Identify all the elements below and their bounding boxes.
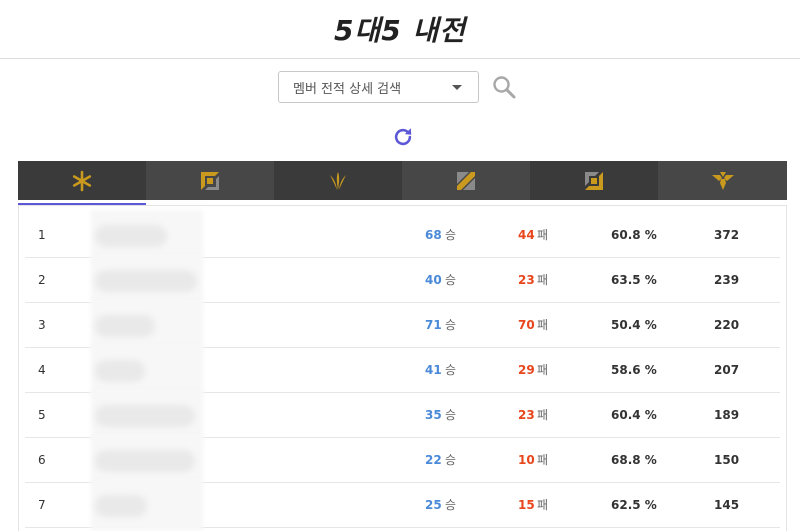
table-row: 1 68 승 44 패 60.8 % 372 — [25, 210, 780, 261]
games-cell: 145 — [714, 498, 740, 512]
top-lane-icon — [201, 171, 219, 190]
rank-cell: 2 — [38, 273, 46, 287]
blurred-member-name — [95, 270, 197, 292]
all-positions-icon — [72, 170, 92, 191]
wins-label: 승 — [445, 453, 457, 467]
wins-cell: 68 — [425, 228, 442, 242]
blurred-member-name — [95, 450, 195, 472]
wins-label: 승 — [445, 408, 457, 422]
win-rate-cell: 60.4 % — [611, 408, 657, 422]
losses-label: 패 — [537, 273, 549, 287]
refresh-button[interactable] — [391, 125, 415, 149]
wins-cell: 22 — [425, 453, 442, 467]
win-rate-cell: 58.6 % — [611, 363, 657, 377]
stats-table: 1 68 승 44 패 60.8 % 372 2 40 승 23 패 63.5 … — [18, 205, 787, 531]
tab-all-positions[interactable] — [18, 161, 146, 205]
games-cell: 372 — [714, 228, 740, 242]
blurred-member-name — [95, 225, 167, 247]
wins-label: 승 — [445, 363, 457, 377]
games-cell: 207 — [714, 363, 740, 377]
wins-label: 승 — [445, 228, 457, 242]
games-cell: 220 — [714, 318, 740, 332]
blurred-member-name — [95, 495, 147, 517]
member-search-select[interactable]: 멤버 전적 상세 검색 — [278, 71, 479, 103]
wins-cell: 41 — [425, 363, 442, 377]
losses-cell: 70 — [518, 318, 535, 332]
win-rate-cell: 63.5 % — [611, 273, 657, 287]
chevron-down-icon — [452, 84, 462, 90]
search-bar: 멤버 전적 상세 검색 — [278, 71, 517, 103]
losses-label: 패 — [537, 453, 549, 467]
wins-cell: 35 — [425, 408, 442, 422]
win-rate-cell: 50.4 % — [611, 318, 657, 332]
losses-cell: 29 — [518, 363, 535, 377]
tab-jungle[interactable] — [274, 161, 402, 200]
support-icon — [711, 171, 734, 190]
tab-mid[interactable] — [402, 161, 530, 200]
losses-cell: 23 — [518, 273, 535, 287]
page-title: 5대5 내전 — [334, 14, 466, 47]
position-tabs — [18, 161, 787, 205]
page-header: 5대5 내전 — [0, 0, 800, 59]
select-value: 멤버 전적 상세 검색 — [293, 81, 402, 97]
table-row: 3 71 승 70 패 50.4 % 220 — [25, 300, 780, 351]
table-row: 5 35 승 23 패 60.4 % 189 — [25, 390, 780, 441]
rank-cell: 4 — [38, 363, 46, 377]
wins-cell: 25 — [425, 498, 442, 512]
games-cell: 189 — [714, 408, 740, 422]
table-row: 2 40 승 23 패 63.5 % 239 — [25, 255, 780, 306]
wins-cell: 40 — [425, 273, 442, 287]
losses-cell: 44 — [518, 228, 535, 242]
table-row: 6 22 승 10 패 68.8 % 150 — [25, 435, 780, 486]
losses-label: 패 — [537, 228, 549, 242]
tab-support[interactable] — [658, 161, 787, 200]
mid-lane-icon — [457, 171, 475, 190]
tab-top[interactable] — [146, 161, 274, 200]
wins-label: 승 — [445, 318, 457, 332]
losses-label: 패 — [537, 498, 549, 512]
win-rate-cell: 60.8 % — [611, 228, 657, 242]
bottom-lane-icon — [585, 171, 603, 190]
blurred-member-name — [95, 360, 145, 382]
wins-label: 승 — [445, 273, 457, 287]
losses-cell: 23 — [518, 408, 535, 422]
search-icon — [493, 76, 516, 99]
rank-cell: 6 — [38, 453, 46, 467]
blurred-member-name — [95, 405, 195, 427]
win-rate-cell: 68.8 % — [611, 453, 657, 467]
losses-label: 패 — [537, 408, 549, 422]
games-cell: 150 — [714, 453, 740, 467]
rank-cell: 3 — [38, 318, 46, 332]
jungle-icon — [330, 171, 346, 190]
search-button[interactable] — [491, 74, 517, 100]
losses-cell: 15 — [518, 498, 535, 512]
losses-label: 패 — [537, 318, 549, 332]
rank-cell: 5 — [38, 408, 46, 422]
rank-cell: 7 — [38, 498, 46, 512]
tab-bottom[interactable] — [530, 161, 658, 200]
wins-cell: 71 — [425, 318, 442, 332]
table-row: 7 25 승 15 패 62.5 % 145 — [25, 480, 780, 531]
refresh-icon — [394, 128, 412, 146]
wins-label: 승 — [445, 498, 457, 512]
losses-cell: 10 — [518, 453, 535, 467]
win-rate-cell: 62.5 % — [611, 498, 657, 512]
table-row: 4 41 승 29 패 58.6 % 207 — [25, 345, 780, 396]
rank-cell: 1 — [38, 228, 46, 242]
games-cell: 239 — [714, 273, 740, 287]
losses-label: 패 — [537, 363, 549, 377]
blurred-member-name — [95, 315, 155, 337]
